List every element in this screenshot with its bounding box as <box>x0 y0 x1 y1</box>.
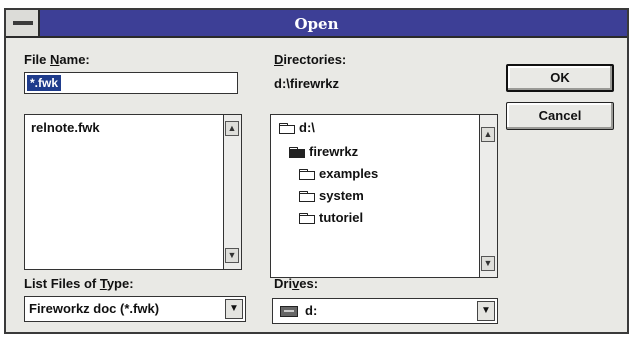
directory-list[interactable]: d:\ firewrkz examples system tutoriel ▲ … <box>270 114 498 278</box>
folder-icon <box>299 169 315 180</box>
scroll-down-icon[interactable]: ▼ <box>481 256 495 271</box>
dialog-title: Open <box>294 15 339 33</box>
folder-icon <box>299 213 315 224</box>
file-type-value: Fireworkz doc (*.fwk) <box>29 301 160 316</box>
directory-item-firewrkz[interactable]: firewrkz <box>309 144 358 159</box>
directory-item-system[interactable]: system <box>319 188 364 203</box>
file-list[interactable]: relnote.fwk ▲ ▼ <box>24 114 242 270</box>
folder-icon <box>299 191 315 202</box>
directory-list-scrollbar[interactable]: ▲ ▼ <box>479 115 497 277</box>
scroll-up-icon[interactable]: ▲ <box>225 121 239 136</box>
chevron-down-icon[interactable]: ▼ <box>477 301 495 321</box>
open-dialog: Open File Name: *.fwk relnote.fwk ▲ ▼ Di… <box>4 8 629 334</box>
directory-item-tutoriel[interactable]: tutoriel <box>319 210 363 225</box>
file-type-label: List Files of Type: <box>24 276 134 291</box>
file-name-value: *.fwk <box>27 75 62 91</box>
open-folder-icon <box>279 123 295 134</box>
ok-button[interactable]: OK <box>506 64 614 92</box>
directories-label: Directories: <box>274 52 347 67</box>
cancel-button[interactable]: Cancel <box>506 102 614 130</box>
directory-item-examples[interactable]: examples <box>319 166 378 181</box>
drives-select[interactable]: d: ▼ <box>272 298 498 324</box>
directory-item-root[interactable]: d:\ <box>299 120 315 135</box>
chevron-down-icon[interactable]: ▼ <box>225 299 243 319</box>
list-item-file[interactable]: relnote.fwk <box>31 120 100 135</box>
file-name-input[interactable]: *.fwk <box>24 72 238 94</box>
open-folder-icon <box>289 147 305 158</box>
scroll-down-icon[interactable]: ▼ <box>225 248 239 263</box>
drive-value: d: <box>305 303 318 318</box>
current-directory-path: d:\firewrkz <box>274 76 340 91</box>
file-name-label: File Name: <box>24 52 90 67</box>
drive-icon <box>280 306 298 317</box>
drives-label: Drives: <box>274 276 319 291</box>
title-bar[interactable]: Open <box>6 10 627 38</box>
file-type-select[interactable]: Fireworkz doc (*.fwk) ▼ <box>24 296 246 322</box>
scroll-up-icon[interactable]: ▲ <box>481 127 495 142</box>
file-list-scrollbar[interactable]: ▲ ▼ <box>223 115 241 269</box>
